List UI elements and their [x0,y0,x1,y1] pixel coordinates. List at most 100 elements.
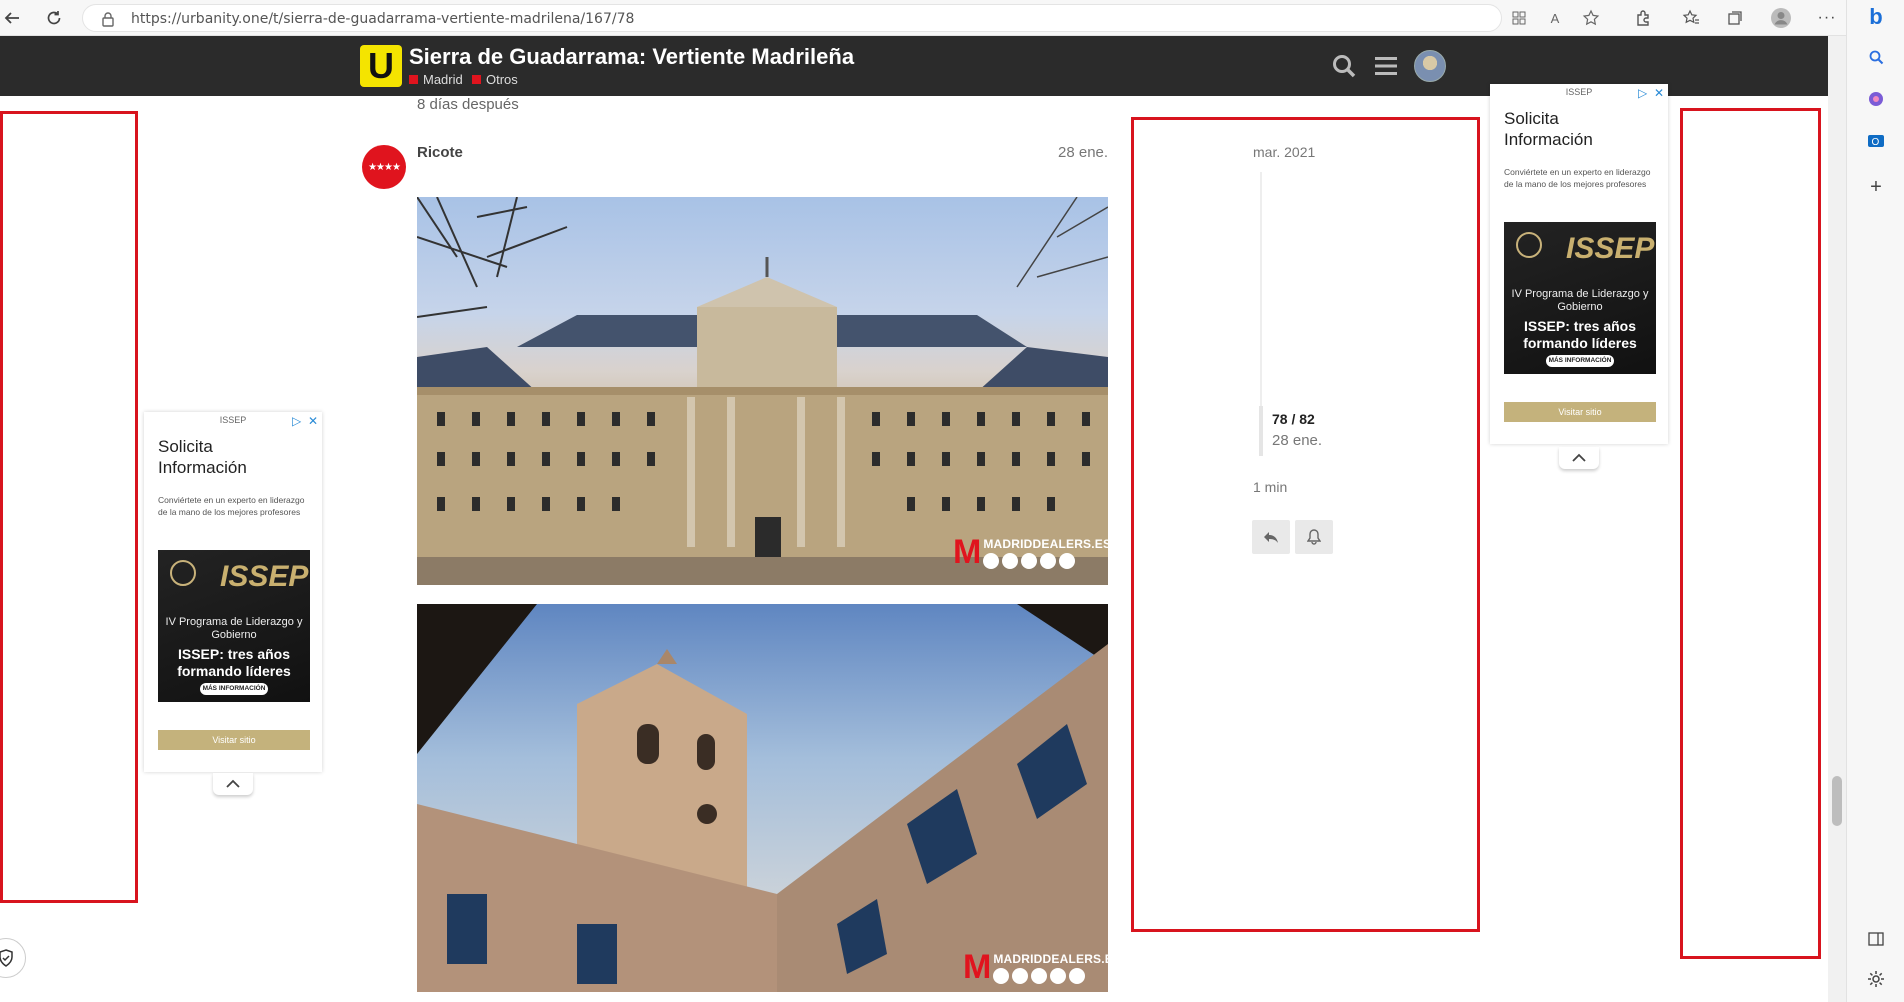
post-date[interactable]: 28 ene. [1058,144,1108,161]
category-color-square [472,75,481,84]
notification-bell-button[interactable] [1295,520,1333,554]
watermark-text: MADRIDDEALERS.ES [983,536,1108,551]
bing-copilot-icon[interactable]: b [1863,4,1889,30]
back-arrow-icon [4,12,19,24]
ad-image[interactable]: ISSEP IV Programa de Liderazgo y Gobiern… [1504,222,1656,374]
app-grid-icon[interactable] [1508,7,1530,29]
ad-brand: ISSEP [220,560,309,593]
more-options-icon[interactable]: ··· [1816,7,1838,29]
sidebar-games-icon[interactable] [1863,86,1889,112]
topic-title[interactable]: Sierra de Guadarrama: Vertiente Madrileñ… [409,44,854,70]
ad-close-icon[interactable]: ✕ [308,414,318,428]
social-icons [983,552,1108,569]
browser-sidebar: b O + [1846,0,1904,1002]
ad-seal-icon [170,560,196,586]
stars-icon: ★★★★ [368,161,401,173]
time-gap-label: 8 días después [417,96,519,113]
ad-close-icon[interactable]: ✕ [1654,86,1664,100]
lock-icon [101,11,115,32]
category-badge-madrid[interactable]: Madrid [409,72,463,87]
refresh-icon [47,11,61,25]
extensions-icon[interactable] [1632,7,1654,29]
adchoices-icon[interactable]: ▷ [292,414,301,428]
ad-collapse-button[interactable] [1559,447,1599,469]
page-scrollbar[interactable] [1828,36,1846,1002]
settings-gear-icon[interactable] [1863,966,1889,992]
ad-title[interactable]: Solicita Información [158,436,268,478]
instagram-icon [1050,967,1067,984]
ad-image[interactable]: ISSEP IV Programa de Liderazgo y Gobiern… [158,550,310,702]
category-label: Otros [486,72,518,87]
facebook-icon [1031,967,1048,984]
post-author-avatar[interactable]: ★★★★ [362,145,406,189]
site-logo[interactable]: U [360,45,402,87]
monastery-facade-illustration [417,197,1108,585]
timeline-scroll-handle[interactable] [1259,406,1263,456]
youtube-icon [1002,552,1019,569]
photo-watermark: M MADRIDDEALERS.ES [963,948,1108,987]
instagram-icon [1040,552,1057,569]
adchoices-icon[interactable]: ▷ [1638,86,1647,100]
post-photo-monastery-tower[interactable]: M MADRIDDEALERS.ES [417,604,1108,992]
sidebar-search-icon[interactable] [1863,44,1889,70]
back-button[interactable] [0,6,24,30]
privacy-shield-button[interactable] [0,938,26,978]
watermark-text: MADRIDDEALERS.ES [993,951,1108,966]
advertisement-left[interactable]: ISSEP ▷ ✕ Solicita Información Conviérte… [144,412,322,772]
profile-icon[interactable] [1770,7,1792,29]
ad-title[interactable]: Solicita Información [1504,108,1614,150]
facebook-icon [1021,552,1038,569]
scrollbar-thumb[interactable] [1832,776,1842,826]
ad-more-info: MÁS INFORMACIÓN [200,683,268,695]
advertisement-right[interactable]: ISSEP ▷ ✕ Solicita Información Conviérte… [1490,84,1668,444]
ad-description: Conviértete en un experto en liderazgo d… [1504,167,1651,189]
youtube-icon [1012,967,1029,984]
refresh-button[interactable] [42,6,66,30]
user-avatar[interactable] [1414,50,1446,82]
search-icon[interactable] [1328,50,1360,82]
social-icons [993,967,1108,984]
split-screen-icon[interactable] [1863,926,1889,952]
hamburger-menu-icon[interactable] [1370,50,1402,82]
post-username[interactable]: Ricote [417,144,463,161]
browser-toolbar: https://urbanity.one/t/sierra-de-guadarr… [0,0,1904,36]
chevron-up-icon [226,779,240,788]
ad-visit-site-button[interactable]: Visitar sitio [1504,402,1656,422]
twitter-icon [1059,552,1076,569]
red-outline-box-left [0,111,138,903]
timeline-current-date: 28 ene. [1272,432,1323,449]
timeline-position: 78 / 82 [1272,411,1315,427]
timeline-start-date[interactable]: mar. 2021 [1253,144,1315,160]
ad-visit-site-button[interactable]: Visitar sitio [158,730,310,750]
outlook-icon[interactable]: O [1863,128,1889,154]
ad-more-info: MÁS INFORMACIÓN [1546,355,1614,367]
post-photo-monastery-facade[interactable]: M MADRIDDEALERS.ES [417,197,1108,585]
category-label: Madrid [423,72,463,87]
reply-button[interactable] [1252,520,1290,554]
favorite-star-icon[interactable] [1580,7,1602,29]
url-text[interactable]: https://urbanity.one/t/sierra-de-guadarr… [131,11,634,27]
ad-headline: ISSEP: tres años formando líderes [177,646,291,679]
collections-icon[interactable] [1724,7,1746,29]
reply-icon [1264,532,1278,543]
watermark-logo: M [953,533,982,571]
shield-icon [0,949,13,967]
category-color-square [409,75,418,84]
category-badge-otros[interactable]: Otros [472,72,518,87]
ad-program-text: IV Programa de Liderazgo y Gobierno [1511,288,1649,313]
monastery-tower-illustration [417,604,1108,992]
favorites-icon[interactable] [1680,7,1702,29]
read-aloud-icon[interactable]: A [1544,7,1566,29]
read-time-label: 1 min [1253,479,1288,495]
add-sidebar-app-icon[interactable]: + [1863,174,1889,200]
ad-program-text: IV Programa de Liderazgo y Gobierno [165,616,303,641]
ad-collapse-button[interactable] [213,773,253,795]
bell-icon [1307,529,1321,545]
red-outline-box-right [1680,108,1821,959]
ad-description: Conviértete en un experto en liderazgo d… [158,495,305,517]
watermark-logo: M [963,948,992,986]
telegram-icon [993,967,1010,984]
twitter-icon [1069,967,1086,984]
svg-text:O: O [1872,137,1880,148]
address-bar[interactable]: https://urbanity.one/t/sierra-de-guadarr… [82,4,1502,32]
